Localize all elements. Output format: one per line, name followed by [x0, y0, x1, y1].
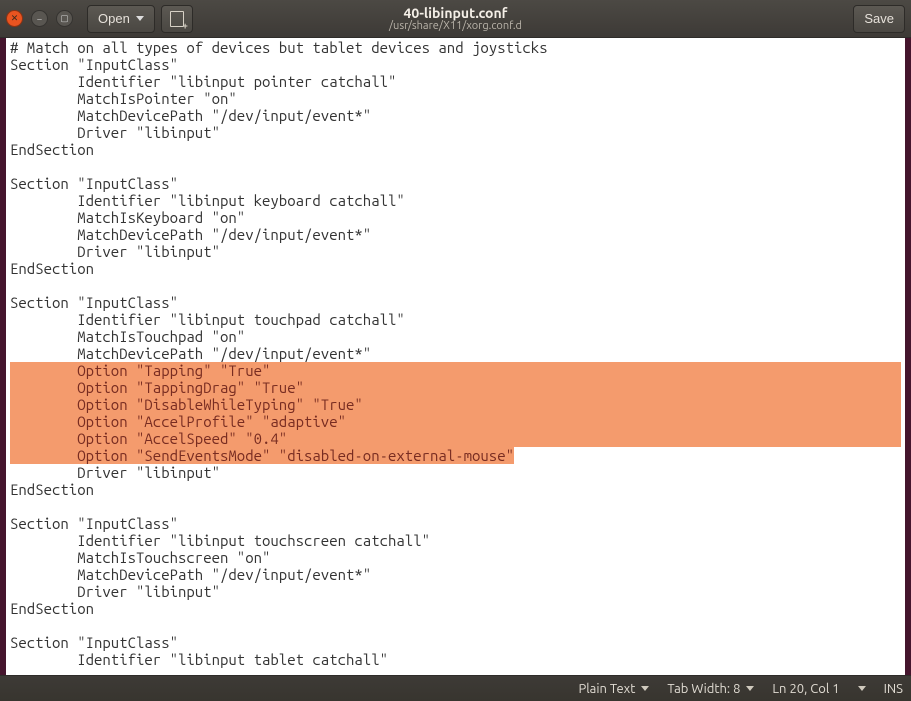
chevron-down-icon: [641, 686, 649, 691]
editor-line: Option "AccelProfile" "adaptive": [10, 413, 901, 430]
editor-line: EndSection: [10, 600, 901, 617]
new-document-icon: [170, 11, 184, 27]
titlebar: ✕ – ▢ Open 40-libinput.conf /usr/share/X…: [0, 0, 911, 38]
editor-line: MatchIsTouchscreen "on": [10, 549, 901, 566]
editor-line: Driver "libinput": [10, 583, 901, 600]
editor-line: Driver "libinput": [10, 124, 901, 141]
chevron-down-icon: [136, 16, 144, 21]
save-button[interactable]: Save: [853, 5, 905, 33]
editor-line: Option "TappingDrag" "True": [10, 379, 901, 396]
editor-line: MatchIsKeyboard "on": [10, 209, 901, 226]
editor-line: [10, 617, 901, 634]
editor-line: Section "InputClass": [10, 56, 901, 73]
editor-line: EndSection: [10, 481, 901, 498]
editor-line: Option "Tapping" "True": [10, 362, 901, 379]
editor-line: Section "InputClass": [10, 634, 901, 651]
editor-line: [10, 277, 901, 294]
chevron-down-icon: [746, 686, 754, 691]
editor-line: EndSection: [10, 141, 901, 158]
cursor-position-label: Ln 20, Col 1: [772, 682, 839, 696]
editor-line: Identifier "libinput tablet catchall": [10, 651, 901, 668]
editor-line: Section "InputClass": [10, 515, 901, 532]
tab-width-label: Tab Width: 8: [667, 682, 740, 696]
editor-line: Section "InputClass": [10, 175, 901, 192]
editor-line: Driver "libinput": [10, 243, 901, 260]
window-title: 40-libinput.conf: [404, 5, 508, 21]
chevron-down-icon: [858, 686, 866, 691]
editor-wrap: # Match on all types of devices but tabl…: [0, 38, 911, 675]
editor-line: Identifier "libinput touchpad catchall": [10, 311, 901, 328]
window-close-button[interactable]: ✕: [6, 10, 23, 27]
editor-line: [10, 498, 901, 515]
editor-line: Section "InputClass": [10, 294, 901, 311]
save-button-label: Save: [864, 11, 894, 26]
statusbar: Plain Text Tab Width: 8 Ln 20, Col 1 INS: [0, 675, 911, 701]
new-tab-button[interactable]: [161, 5, 193, 33]
window-minimize-button[interactable]: –: [31, 10, 48, 27]
cursor-position[interactable]: Ln 20, Col 1: [772, 682, 839, 696]
editor-line: Identifier "libinput pointer catchall": [10, 73, 901, 90]
syntax-label: Plain Text: [578, 682, 635, 696]
editor-line: MatchDevicePath "/dev/input/event*": [10, 226, 901, 243]
editor-line: MatchDevicePath "/dev/input/event*": [10, 566, 901, 583]
window-subtitle: /usr/share/X11/xorg.conf.d: [389, 20, 522, 32]
editor-line: MatchIsTouchpad "on": [10, 328, 901, 345]
syntax-selector[interactable]: Plain Text: [578, 682, 649, 696]
editor-line: MatchIsPointer "on": [10, 90, 901, 107]
editor-line: [10, 158, 901, 175]
text-editor-area[interactable]: # Match on all types of devices but tabl…: [6, 38, 905, 675]
editor-line: Identifier "libinput touchscreen catchal…: [10, 532, 901, 549]
editor-line: Driver "libinput": [10, 464, 901, 481]
editor-line: Option "AccelSpeed" "0.4": [10, 430, 901, 447]
editor-line: # Match on all types of devices but tabl…: [10, 39, 901, 56]
tab-width-selector[interactable]: Tab Width: 8: [667, 682, 754, 696]
editor-line: Option "DisableWhileTyping" "True": [10, 396, 901, 413]
editor-line: EndSection: [10, 260, 901, 277]
window-maximize-button[interactable]: ▢: [56, 10, 73, 27]
open-button-label: Open: [98, 11, 130, 26]
editor-line: Option "SendEventsMode" "disabled-on-ext…: [10, 447, 901, 464]
extra-menu[interactable]: [858, 686, 866, 691]
insert-mode-label: INS: [884, 682, 903, 696]
insert-mode-toggle[interactable]: INS: [884, 682, 903, 696]
editor-line: Identifier "libinput keyboard catchall": [10, 192, 901, 209]
open-button[interactable]: Open: [87, 5, 155, 33]
editor-line: MatchDevicePath "/dev/input/event*": [10, 107, 901, 124]
editor-line: MatchDevicePath "/dev/input/event*": [10, 345, 901, 362]
